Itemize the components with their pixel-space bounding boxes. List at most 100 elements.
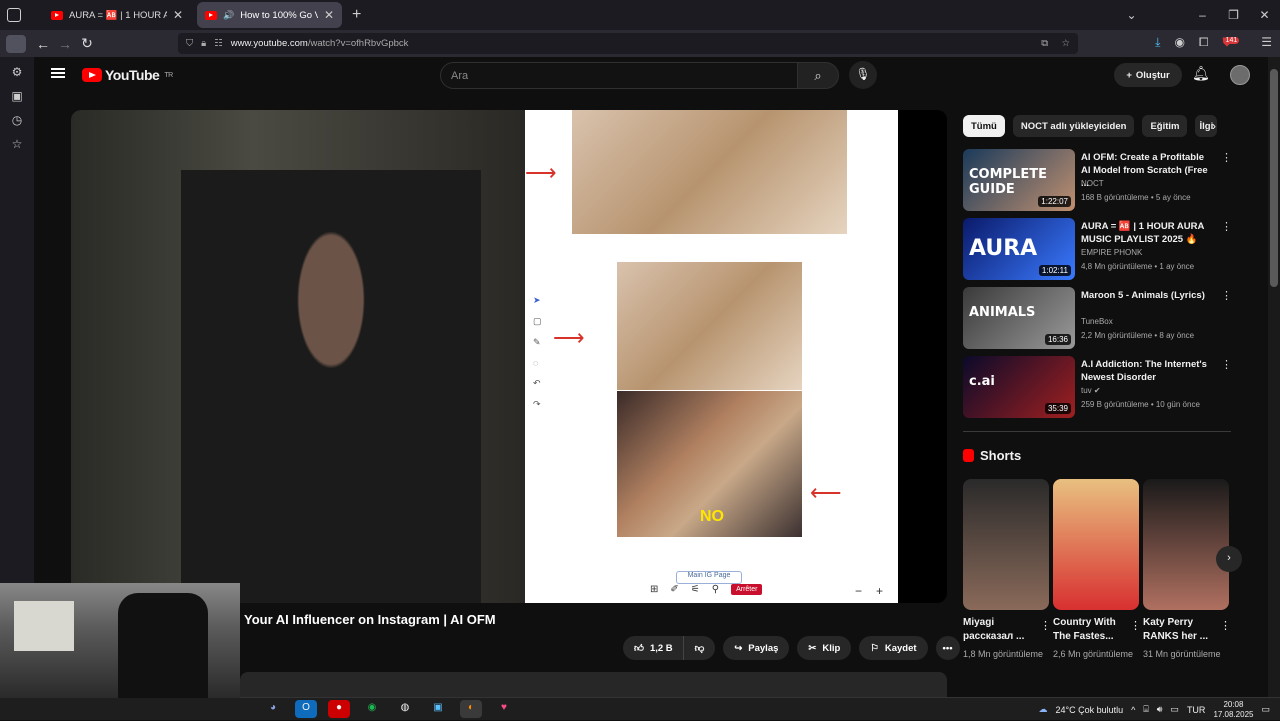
tray-expand-icon[interactable]: ^ [1131,705,1135,715]
redo-icon[interactable]: ↷ [533,399,549,410]
undo-icon[interactable]: ↶ [533,378,549,389]
forward-icon[interactable]: → [54,36,76,52]
browser-tab-1[interactable]: AURA = 🆎 | 1 HOUR AURA MU ✕ [43,2,191,28]
menu-icon[interactable]: ☰ [1261,35,1272,50]
recommendation-title[interactable]: Maroon 5 - Animals (Lyrics) [1081,289,1211,302]
youtube-logo[interactable]: YouTube TR [82,67,173,83]
recommendation-item[interactable]: ANIMALS 16:36 Maroon 5 - Animals (Lyrics) T… [963,287,1232,351]
description-box[interactable] [240,672,947,698]
new-tab-button[interactable]: + [352,6,361,24]
recommendation-title[interactable]: A.I Addiction: The Internet's Newest Dis… [1081,358,1211,384]
bookmarks-icon[interactable]: ☆ [12,137,23,151]
create-button[interactable]: + Oluştur [1114,63,1182,87]
shorts-next-button[interactable]: › [1216,546,1242,572]
volume-icon[interactable]: 🔊︎ [1157,704,1163,715]
share-button[interactable]: ↪ Paylaş [723,636,790,660]
history-icon[interactable]: ◷ [12,113,22,127]
browser-tab-2[interactable]: 🔊 How to 100% Go VIRAL Wi ✕ [197,2,342,28]
video-thumbnail[interactable]: AURA 1:02:11 [963,218,1075,280]
recommendation-title[interactable]: AURA = 🆎 | 1 HOUR AURA MUSIC PLAYLIST 20… [1081,220,1211,246]
weather-text[interactable]: 24°C Çok bulutlu [1055,705,1123,715]
notifications-bell-icon[interactable]: 🔔︎ [1192,65,1210,82]
like-button[interactable]: 👍︎ 1,2 B [623,636,683,660]
page-scrollbar[interactable] [1268,57,1280,697]
minimize-icon[interactable]: – [1187,8,1218,22]
app-pink-icon[interactable]: ♥ [493,700,515,718]
short-thumbnail[interactable] [963,479,1049,610]
recommendation-item[interactable]: AURA 1:02:11 AURA = 🆎 | 1 HOUR AURA MUSIC … [963,218,1232,282]
close-window-icon[interactable]: ✕ [1249,8,1280,22]
cursor-tool-icon[interactable]: ➤ [533,295,549,306]
picture-in-picture-icon[interactable]: ⧉ [1041,38,1048,49]
synced-tabs-icon[interactable]: ▣ [11,89,22,103]
more-actions-button[interactable]: ••• [935,636,960,660]
more-vertical-icon[interactable]: ⋮ [1221,358,1232,371]
channel-name[interactable]: TuneBox [1081,317,1113,326]
ai-chat-icon[interactable]: ⚙ [12,65,23,79]
short-title[interactable]: Miyagi рассказал ... [963,616,1035,644]
search-button[interactable]: ⌕ [797,62,839,89]
stop-sharing-button[interactable]: Arrêter [731,584,763,595]
back-icon[interactable]: ← [32,36,54,52]
outlook-icon[interactable]: O [295,700,317,718]
spotify-icon[interactable]: ◉ [361,700,383,718]
app-red-icon[interactable]: ● [328,700,350,718]
close-tab-icon[interactable]: ✕ [324,8,334,22]
more-vertical-icon[interactable]: ⋮ [1221,220,1232,233]
more-vertical-icon[interactable]: ⋮ [1040,619,1051,632]
zoom-out-icon[interactable]: − [855,584,862,598]
close-tab-icon[interactable]: ✕ [173,8,183,22]
ublock-icon[interactable]: ⛊141 [1223,35,1248,50]
sliders-icon[interactable]: ⚟ [691,584,700,595]
video-player[interactable]: NO ⟶ ⟶ ⟵ ➤ ▢ ✎ ◌ ↶ ↷ Main IG Page ⊞ ✐ ⚟ … [71,110,947,603]
download-icon[interactable]: ⤓ [1155,35,1160,50]
avatar[interactable] [1230,65,1250,85]
sidebar-toggle-icon[interactable] [6,34,26,53]
firefox-icon[interactable]: ◐ [460,700,482,718]
app-blue-icon[interactable]: ▣ [427,700,449,718]
restore-icon[interactable]: ❐ [1218,8,1249,22]
recommendation-item[interactable]: COMPLETE GUIDE 1:22:07 AI OFM: Create a Pr… [963,149,1232,213]
user-icon[interactable]: ⚲ [712,584,719,595]
bookmark-star-icon[interactable]: ☆ [1061,38,1070,49]
speaker-icon[interactable]: 🔊 [223,10,234,21]
recommendation-item[interactable]: c.ai 35:39 A.I Addiction: The Internet's N… [963,356,1232,420]
short-item[interactable]: Country With The Fastes... 2,6 Mn görüntü… [1053,479,1141,661]
extensions-icon[interactable]: ⧠ [1199,35,1209,50]
language-indicator[interactable]: TUR [1187,705,1206,715]
channel-name[interactable]: EMPIRE PHONK [1081,248,1142,257]
short-title[interactable]: Katy Perry RANKS her ... [1143,616,1215,644]
shield-icon[interactable]: ⛉ [186,38,193,49]
more-vertical-icon[interactable]: ⋮ [1220,619,1231,632]
channel-name[interactable]: NOCT [1081,179,1104,188]
url-bar[interactable]: ⛉ 🔒︎ ☷ www.youtube.com/watch?v=ofhRbvGpb… [178,33,1078,54]
hamburger-menu-icon[interactable] [51,68,65,78]
sticky-note-icon[interactable]: ▢ [533,316,549,327]
discord-icon[interactable]: ◕ [262,700,284,718]
network-icon[interactable]: ⌸ [1143,704,1148,715]
tab-list-icon[interactable] [7,8,21,22]
video-thumbnail[interactable]: ANIMALS 16:36 [963,287,1075,349]
pen-tool-icon[interactable]: ✎ [533,337,549,348]
short-item[interactable]: Miyagi рассказал ... 1,8 Mn görüntüleme ⋮ [963,479,1051,661]
permissions-icon[interactable]: ☷ [214,38,223,49]
reload-icon[interactable]: ↻ [76,35,98,52]
short-item[interactable]: Katy Perry RANKS her ... 31 Mn görüntülem… [1143,479,1231,661]
search-input[interactable]: Ara [440,62,798,89]
save-button[interactable]: ⚐ Kaydet [859,636,928,660]
more-vertical-icon[interactable]: ⋮ [1221,151,1232,164]
scrollbar-thumb[interactable] [1270,69,1278,287]
chip-uploader[interactable]: NOCT adlı yükleyiciden [1012,115,1135,137]
short-thumbnail[interactable] [1143,479,1229,610]
grid-icon[interactable]: ⊞ [650,584,658,595]
short-thumbnail[interactable] [1053,479,1139,610]
app-dark-icon[interactable]: ◍ [394,700,416,718]
draw-icon[interactable]: ✐ [670,584,678,595]
more-vertical-icon[interactable]: ⋮ [1130,619,1141,632]
video-thumbnail[interactable]: COMPLETE GUIDE 1:22:07 [963,149,1075,211]
zoom-in-icon[interactable]: + [876,584,883,598]
short-title[interactable]: Country With The Fastes... [1053,616,1125,644]
clip-button[interactable]: ✂ Klip [797,636,852,660]
comment-icon[interactable]: ◌ [533,358,549,368]
account-icon[interactable]: ◉ [1174,35,1184,50]
